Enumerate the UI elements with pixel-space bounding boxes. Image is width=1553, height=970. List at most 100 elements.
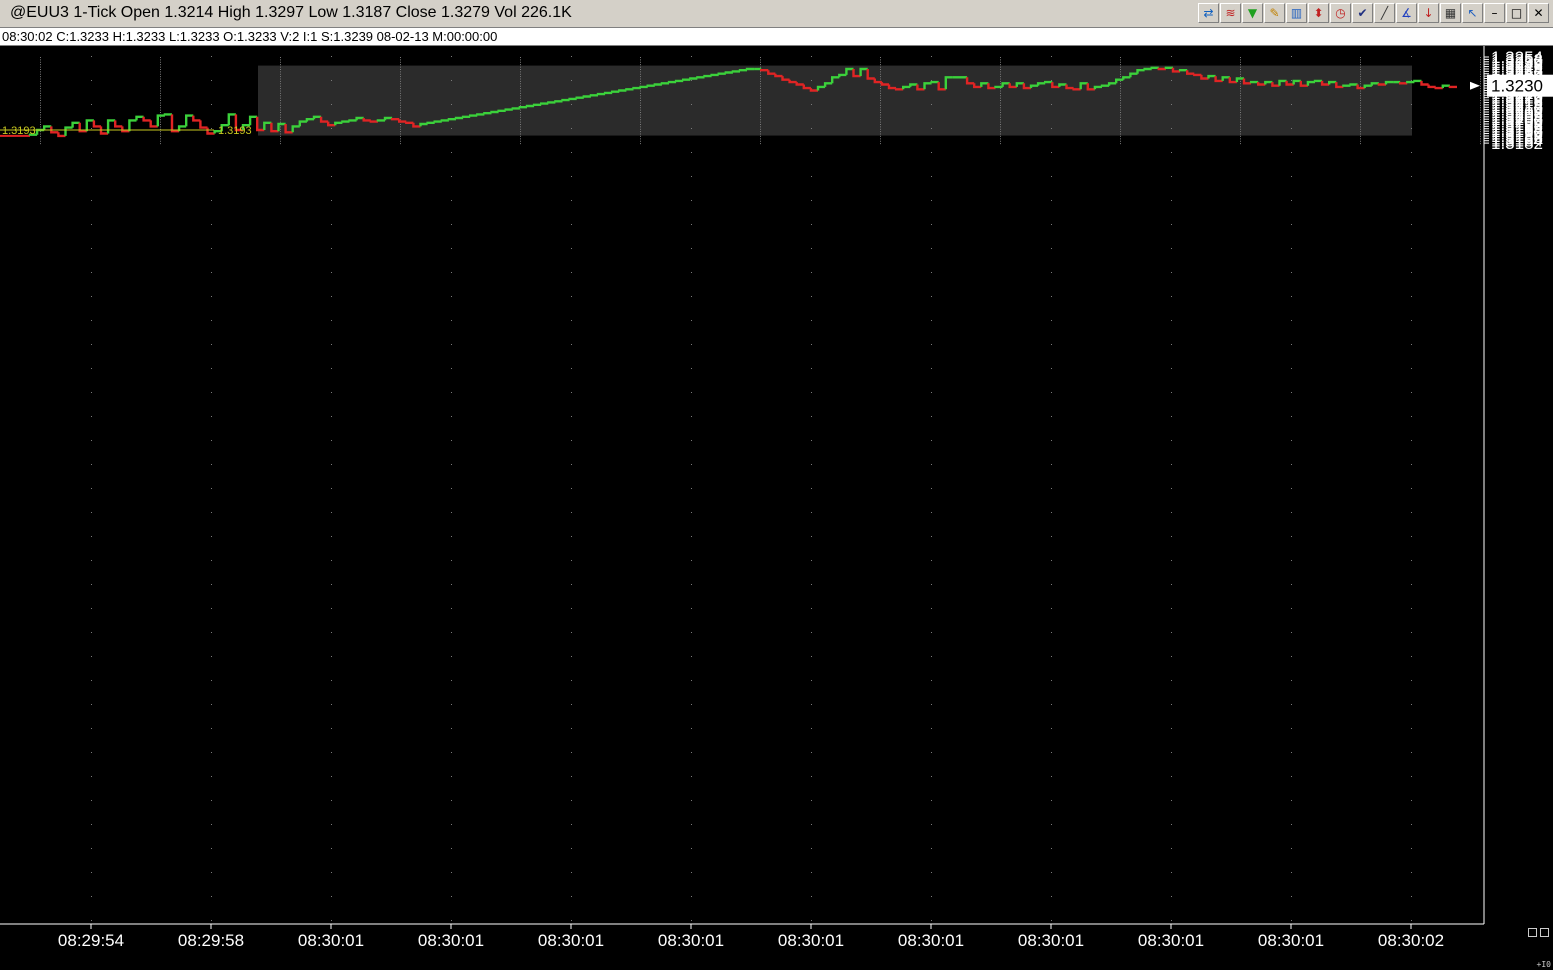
tick-segment [1448, 85, 1457, 89]
tick-segment [632, 86, 641, 90]
marker-icon[interactable]: ⬍ [1308, 3, 1329, 23]
chart-toolbar: ⇄ ≋ ▼ ✎ ▥ ⬍ ◷ ✔ ╱ ∡ ↓ ▦ ↖ – □ ✕ [1198, 3, 1549, 23]
tick-segment [639, 85, 648, 89]
tick-segment [603, 91, 613, 95]
fibonacci-icon[interactable]: ∡ [1396, 3, 1417, 23]
tick-segment [1143, 67, 1152, 71]
tick-segment [646, 84, 655, 87]
tick-segment [483, 112, 492, 115]
arrow-down-icon[interactable]: ↓ [1418, 3, 1439, 23]
tick-segment [1406, 80, 1415, 84]
time-tick-label: 08:30:01 [298, 931, 364, 950]
clock-icon[interactable]: ◷ [1330, 3, 1351, 23]
tick-segment [653, 83, 662, 86]
maximize-icon[interactable]: □ [1506, 3, 1527, 23]
time-tick-label: 08:30:01 [898, 931, 964, 950]
time-tick-label: 08:30:01 [658, 931, 724, 950]
tick-segment [703, 74, 712, 78]
time-tick-label: 08:30:01 [1018, 931, 1084, 950]
tick-segment [454, 116, 464, 120]
time-tick-label: 08:30:01 [418, 931, 484, 950]
tick-segment [1342, 84, 1351, 87]
tick-segment [738, 69, 747, 72]
tick-segment [525, 104, 535, 108]
tick-segment [504, 108, 513, 111]
tick-segment [667, 80, 677, 84]
bar-data-readout: 08:30:02 C:1.3233 H:1.3233 L:1.3233 O:1.… [2, 29, 498, 44]
price-chart[interactable]: 1.3193 1.3193 1.32541.32521.32501.32481.3… [0, 46, 1553, 970]
tick-segment [674, 79, 684, 83]
cursor-icon[interactable]: ↖ [1462, 3, 1483, 23]
tick-segment [589, 94, 598, 97]
check-icon[interactable]: ✔ [1352, 3, 1373, 23]
tick-segment [1193, 73, 1202, 77]
scale-indicator: +I0 [1536, 960, 1551, 969]
level-label-right: 1.3193 [218, 125, 252, 137]
line-tool-icon[interactable]: ╱ [1374, 3, 1395, 23]
filter-icon[interactable]: ▼ [1242, 3, 1263, 23]
tick-segment [582, 95, 591, 98]
tick-segment [568, 97, 577, 101]
tick-segment [511, 107, 520, 110]
tick-segment [341, 120, 350, 123]
tick-segment [611, 90, 620, 93]
time-tick-label: 08:29:54 [58, 931, 124, 950]
close-icon[interactable]: ✕ [1528, 3, 1549, 23]
tick-segment [376, 119, 385, 122]
tick-segment [426, 121, 435, 124]
tick-segment [660, 82, 669, 85]
tick-segment [490, 110, 499, 114]
tick-segment [532, 103, 542, 106]
tick-segment [618, 89, 627, 92]
time-tick-label: 08:30:01 [1258, 931, 1324, 950]
tick-segment [731, 70, 740, 73]
data-window-bar: 08:30:02 C:1.3233 H:1.3233 L:1.3233 O:1.… [0, 28, 1553, 46]
level-label-left: 1.3193 [2, 125, 36, 137]
time-tick-label: 08:30:01 [1138, 931, 1204, 950]
tick-segment [390, 118, 400, 121]
tick-segment [994, 85, 1003, 89]
chart-background [0, 46, 1553, 970]
price-tick-label: 1.3182 [1491, 134, 1543, 153]
bar-chart-icon[interactable]: ▥ [1286, 3, 1307, 23]
tick-segment [447, 118, 456, 121]
tick-segment [710, 73, 719, 77]
highlight-panel-layer [258, 65, 1412, 136]
tick-segment [440, 119, 449, 122]
tick-segment [689, 77, 698, 80]
last-price-label: 1.3230 [1491, 77, 1543, 96]
tick-segment [405, 121, 414, 124]
tick-segment [476, 113, 485, 116]
time-tick-label: 08:29:58 [178, 931, 244, 950]
axis-zoom-out-icon[interactable] [1540, 928, 1549, 937]
pencil-icon[interactable]: ✎ [1264, 3, 1285, 23]
tick-segment [596, 92, 606, 96]
chart-window-titlebar: @EUU3 1-Tick Open 1.3214 High 1.3297 Low… [0, 0, 1553, 28]
tick-segment [561, 98, 570, 102]
highlight-panel [258, 65, 1412, 136]
axis-zoom-in-icon[interactable] [1528, 928, 1537, 937]
tick-segment [348, 119, 357, 122]
trash-icon[interactable]: ▦ [1440, 3, 1461, 23]
tick-segment [717, 72, 726, 75]
tick-segment [497, 109, 506, 112]
indicators-icon[interactable]: ≋ [1220, 3, 1241, 23]
tracking-icon[interactable]: ⇄ [1198, 3, 1219, 23]
chart-title: @EUU3 1-Tick Open 1.3214 High 1.3297 Low… [10, 4, 572, 21]
tick-segment [540, 102, 549, 105]
tick-segment [696, 76, 705, 79]
tick-segment [518, 106, 527, 109]
tick-segment [745, 67, 755, 71]
tick-segment [469, 114, 478, 117]
tick-segment [760, 69, 769, 72]
tick-segment [554, 100, 563, 103]
tick-segment [547, 101, 556, 104]
time-tick-label: 08:30:01 [538, 931, 604, 950]
tick-segment [724, 71, 733, 74]
tick-segment [575, 96, 584, 99]
tick-segment [682, 78, 691, 81]
tick-segment [625, 88, 634, 91]
time-tick-label: 08:30:02 [1378, 931, 1444, 950]
time-tick-label: 08:30:01 [778, 931, 844, 950]
minimize-icon[interactable]: – [1484, 3, 1505, 23]
